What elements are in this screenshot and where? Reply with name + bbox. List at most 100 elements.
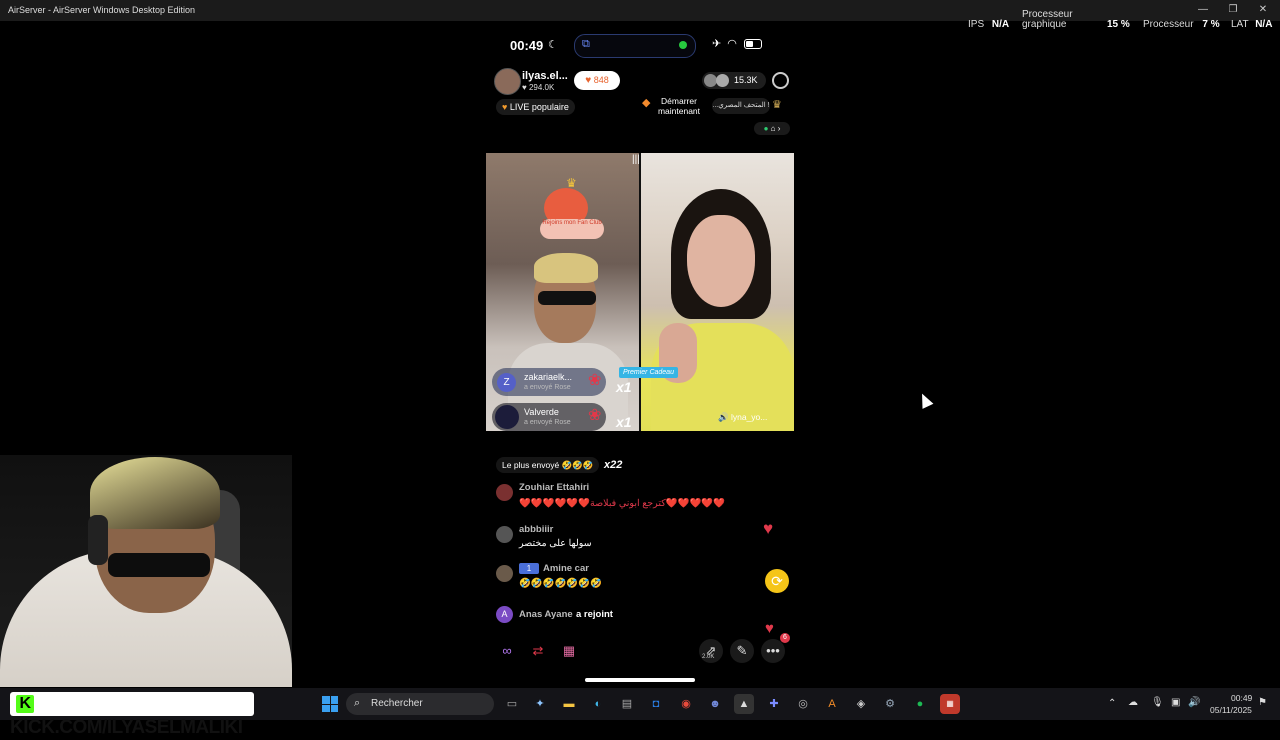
guest-name-tag[interactable]: 🔊 lyna_yo... bbox=[718, 412, 767, 423]
gift-notification: Valverde a envoyé Rose ❀ bbox=[492, 403, 606, 431]
kick-channel-url: KICK.COM/ILYASELMALIKI bbox=[10, 717, 243, 738]
online-dot-icon: ● bbox=[763, 124, 769, 133]
gift-action: a envoyé Rose bbox=[524, 419, 571, 426]
chat-username[interactable]: Amine car bbox=[543, 563, 589, 574]
steam-icon[interactable]: ⚙ bbox=[880, 694, 900, 714]
guest-video-pane[interactable] bbox=[641, 153, 794, 431]
onedrive-icon[interactable]: ☁ bbox=[1128, 697, 1138, 708]
window-title-bar: AirServer - AirServer Windows Desktop Ed… bbox=[0, 0, 1280, 21]
magic-wand-icon[interactable]: ✎ bbox=[730, 639, 754, 663]
most-sent-badge[interactable]: Le plus envoyé 🤣🤣🤣 bbox=[496, 457, 600, 473]
host-name[interactable]: ilyas.el... bbox=[522, 70, 568, 82]
app-dark-icon[interactable]: ◈ bbox=[851, 694, 871, 714]
apps-grid-icon[interactable]: ▦ bbox=[557, 639, 581, 663]
clock-time[interactable]: 00:49 bbox=[1231, 693, 1252, 703]
windows-start-icon[interactable] bbox=[322, 696, 338, 712]
status-icons: ✈ ◠ bbox=[712, 37, 762, 50]
chat-message: 🤣🤣🤣🤣🤣🤣🤣 bbox=[519, 578, 602, 589]
gift-avatar bbox=[495, 405, 519, 429]
minimize-icon[interactable]: — bbox=[1192, 2, 1214, 18]
link-icon[interactable]: ∞ bbox=[495, 639, 519, 663]
chrome-icon[interactable]: ◉ bbox=[676, 694, 696, 714]
power-icon[interactable] bbox=[772, 72, 789, 89]
popular-live-badge[interactable]: ♥ LIVE populaire bbox=[496, 99, 575, 115]
game-controller-icon[interactable]: ✚ bbox=[764, 694, 784, 714]
app-a-icon[interactable]: A bbox=[822, 694, 842, 714]
host-video-hair bbox=[534, 253, 598, 283]
copilot-icon[interactable]: ✦ bbox=[530, 694, 550, 714]
chat-message: ❤️❤️❤️❤️❤️❤️كترجع ابوني فبلاصة❤️❤️❤️❤️❤️ bbox=[519, 498, 725, 509]
fan-club-button[interactable]: Rejoins mon Fan Club bbox=[540, 219, 604, 239]
rose-icon: ❀ bbox=[588, 372, 602, 389]
chat-message: سولها على مختصر bbox=[519, 538, 592, 549]
host-likes: ♥ 294.0K bbox=[522, 83, 555, 92]
app-red-icon[interactable]: ▦ bbox=[940, 694, 960, 714]
chat-avatar[interactable] bbox=[496, 484, 513, 501]
volume-icon[interactable]: 🔊 bbox=[1188, 697, 1200, 708]
guest-controls[interactable]: ● ⌂ › bbox=[754, 122, 790, 135]
kick-channel-banner: K KICK.COM/ILYASELMALIKI bbox=[10, 692, 254, 738]
store-icon[interactable]: ▤ bbox=[617, 694, 637, 714]
fire-heart-icon: ♥ bbox=[502, 102, 508, 112]
gift-sender: Valverde bbox=[524, 407, 559, 417]
heart-icon: ♥ bbox=[765, 620, 774, 637]
spotify-icon[interactable]: ● bbox=[910, 694, 930, 714]
share-refresh-icon[interactable]: ⟳ bbox=[765, 569, 789, 593]
moon-icon: ☾ bbox=[548, 39, 558, 51]
airserver-icon[interactable]: ▲ bbox=[734, 694, 754, 714]
search-icon: ⌕ bbox=[354, 697, 361, 709]
start-now-button[interactable]: ◆ Démarrer maintenant bbox=[642, 96, 714, 116]
share-count: 2.0K bbox=[702, 654, 715, 660]
gift-count: x1 bbox=[616, 379, 632, 395]
match-icon[interactable]: ⇄ bbox=[526, 639, 550, 663]
chat-username[interactable]: abbbiiir bbox=[519, 524, 553, 535]
more-options-icon[interactable]: ••• bbox=[761, 639, 785, 663]
ranking-pill[interactable]: ...المتحف المصري ! bbox=[712, 98, 770, 114]
like-button[interactable]: ♥ 848 bbox=[574, 71, 620, 90]
task-view-icon[interactable]: ▭ bbox=[502, 694, 522, 714]
notification-bell-icon[interactable]: ⚑ bbox=[1258, 697, 1267, 708]
discord-icon[interactable]: ☻ bbox=[705, 694, 725, 714]
search-placeholder[interactable]: Rechercher bbox=[371, 698, 423, 709]
join-username[interactable]: Anas Ayane bbox=[519, 609, 573, 620]
gift-action: a envoyé Rose bbox=[524, 384, 571, 391]
chat-avatar[interactable] bbox=[496, 565, 513, 582]
webcam-overlay bbox=[0, 455, 292, 687]
phone-screen: 00:49 ☾ ⧉ ✈ ◠ ilyas.el... ♥ 294.0K ♥ 848… bbox=[486, 30, 794, 690]
guest-video-face bbox=[687, 215, 755, 307]
gift-notification: Z zakariaelk... a envoyé Rose ❀ bbox=[492, 368, 606, 396]
join-action: a rejoint bbox=[576, 609, 613, 620]
fan-level-badge: 1 bbox=[519, 563, 539, 574]
clock-date[interactable]: 05/11/2025 bbox=[1210, 705, 1252, 715]
home-indicator[interactable] bbox=[585, 678, 695, 682]
join-avatar: A bbox=[496, 606, 513, 623]
host-avatar[interactable] bbox=[494, 68, 521, 95]
audio-bars-icon: ||| bbox=[632, 154, 640, 165]
screen-mirror-icon: ⧉ bbox=[582, 38, 590, 50]
trophy-icon[interactable]: ♛ bbox=[772, 98, 782, 111]
close-icon[interactable]: ✕ bbox=[1252, 2, 1274, 18]
heart-icon: ♥ bbox=[585, 75, 592, 86]
tray-chevron-icon[interactable]: ⌃ bbox=[1108, 698, 1116, 709]
obs-icon[interactable]: ◎ bbox=[793, 694, 813, 714]
chat-username[interactable]: Zouhiar Ettahiri bbox=[519, 482, 589, 493]
lat-stat: LAT N/A bbox=[1231, 19, 1273, 30]
most-sent-count: x22 bbox=[604, 459, 623, 471]
status-time: 00:49 bbox=[510, 38, 544, 53]
host-video-pane[interactable]: ♛ Rejoins mon Fan Club Z zakariaelk... a… bbox=[486, 153, 639, 431]
restore-icon[interactable]: ❐ bbox=[1222, 2, 1244, 18]
host-video-glasses bbox=[538, 291, 596, 305]
chat-avatar[interactable] bbox=[496, 526, 513, 543]
gift-avatar: Z bbox=[497, 373, 516, 392]
edge-icon[interactable]: ◐ bbox=[588, 694, 608, 714]
microphone-icon[interactable]: 🎙 bbox=[1151, 697, 1164, 708]
kick-logo-icon: K bbox=[16, 695, 34, 713]
file-explorer-icon[interactable]: ▬ bbox=[559, 694, 579, 714]
heart-count-badge: 6 bbox=[780, 633, 790, 643]
network-icon[interactable]: ▣ bbox=[1171, 697, 1180, 708]
outlook-icon[interactable]: ◘ bbox=[646, 694, 666, 714]
floating-heart-icon: ♥ bbox=[763, 519, 774, 538]
gift-count: x1 bbox=[616, 414, 632, 430]
viewer-count[interactable]: 15.3K bbox=[702, 72, 766, 89]
window-title: AirServer - AirServer Windows Desktop Ed… bbox=[8, 5, 196, 15]
